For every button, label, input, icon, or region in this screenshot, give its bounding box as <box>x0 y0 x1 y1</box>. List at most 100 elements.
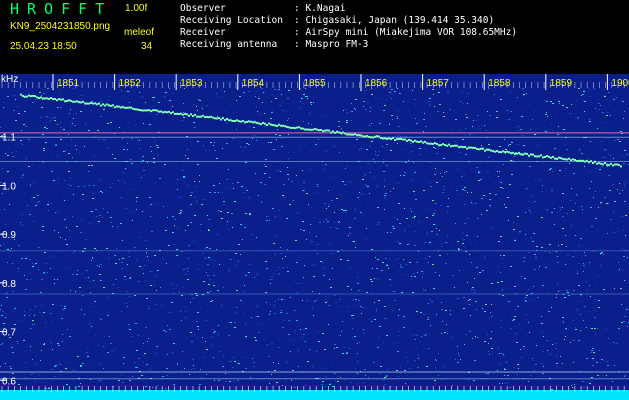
noise-dot <box>127 91 129 92</box>
noise-dot <box>441 309 443 310</box>
noise-dot <box>351 289 352 290</box>
noise-dot <box>230 322 232 323</box>
noise-dot <box>52 349 53 350</box>
noise-dot <box>529 332 530 333</box>
noise-dot <box>446 364 447 365</box>
noise-dot <box>430 289 431 290</box>
noise-dot <box>187 271 189 272</box>
noise-dot <box>266 220 268 221</box>
noise-dot <box>528 252 530 253</box>
noise-dot <box>100 191 102 192</box>
noise-dot <box>269 383 270 384</box>
noise-dot <box>525 301 527 302</box>
noise-dot <box>539 266 540 267</box>
trace-dot <box>60 98 62 101</box>
noise-dot <box>282 267 284 268</box>
noise-dot <box>389 258 390 259</box>
noise-dot <box>32 324 33 325</box>
noise-dot <box>197 164 199 165</box>
noise-dot <box>304 190 305 191</box>
time-label: 1851 <box>57 78 80 89</box>
trace-dot <box>66 99 68 102</box>
noise-dot <box>196 321 198 322</box>
noise-dot <box>300 134 301 135</box>
noise-dot <box>457 169 459 170</box>
noise-dot <box>62 119 63 120</box>
trace-dot <box>418 140 420 143</box>
noise-dot <box>90 361 91 362</box>
noise-dot <box>238 244 240 245</box>
noise-dot <box>129 296 130 297</box>
noise-dot <box>429 104 431 105</box>
trace-dot <box>192 114 194 117</box>
noise-dot <box>377 354 378 355</box>
noise-dot <box>17 343 19 344</box>
noise-dot <box>144 280 146 281</box>
noise-dot <box>162 305 163 306</box>
noise-dot <box>174 226 175 227</box>
noise-dot <box>402 274 404 275</box>
noise-dot <box>71 139 72 140</box>
trace-dot <box>558 156 560 159</box>
noise-dot <box>574 154 575 155</box>
noise-dot <box>249 186 250 187</box>
noise-dot <box>457 362 459 363</box>
noise-dot <box>204 363 205 364</box>
noise-dot <box>575 329 577 330</box>
noise-dot <box>403 175 405 176</box>
noise-dot <box>567 213 568 214</box>
noise-dot <box>216 158 218 159</box>
trace-dot <box>362 135 364 138</box>
noise-dot <box>364 369 366 370</box>
noise-dot <box>147 260 149 261</box>
noise-dot <box>41 279 43 280</box>
noise-dot <box>234 201 236 202</box>
noise-dot <box>399 239 401 240</box>
noise-dot <box>155 141 156 142</box>
noise-dot <box>589 188 590 189</box>
noise-dot <box>593 323 594 324</box>
noise-dot <box>41 350 42 351</box>
noise-dot <box>239 96 241 97</box>
noise-dot <box>380 366 382 367</box>
noise-dot <box>536 246 538 247</box>
noise-dot <box>15 120 17 121</box>
noise-dot <box>523 95 524 96</box>
noise-dot <box>293 144 294 145</box>
trace-dot <box>516 152 518 155</box>
noise-dot <box>531 220 532 221</box>
noise-dot <box>560 356 561 357</box>
trace-dot <box>436 143 438 146</box>
noise-dot <box>461 257 462 258</box>
noise-dot <box>201 342 202 343</box>
noise-dot <box>139 266 141 267</box>
noise-dot <box>156 145 158 146</box>
noise-dot <box>465 135 466 136</box>
noise-dot <box>519 231 521 232</box>
noise-dot <box>578 285 580 286</box>
noise-dot <box>429 182 431 183</box>
noise-dot <box>169 329 171 330</box>
noise-dot <box>502 188 504 189</box>
noise-dot <box>397 110 399 111</box>
noise-dot <box>357 342 358 343</box>
trace-dot <box>588 161 590 164</box>
noise-dot <box>384 318 385 319</box>
noise-dot <box>551 103 552 104</box>
noise-dot <box>608 338 609 339</box>
noise-dot <box>270 304 271 305</box>
noise-dot <box>571 104 572 105</box>
noise-dot <box>437 111 439 112</box>
noise-dot <box>386 144 388 145</box>
noise-dot <box>521 357 522 358</box>
noise-dot <box>377 259 379 260</box>
trace-dot <box>500 151 502 154</box>
noise-dot <box>543 333 545 334</box>
trace-dot <box>254 121 256 124</box>
noise-dot <box>205 320 207 321</box>
noise-dot <box>614 288 615 289</box>
noise-dot <box>377 224 378 225</box>
noise-dot <box>233 381 235 382</box>
noise-dot <box>126 97 127 98</box>
noise-dot <box>9 257 10 258</box>
